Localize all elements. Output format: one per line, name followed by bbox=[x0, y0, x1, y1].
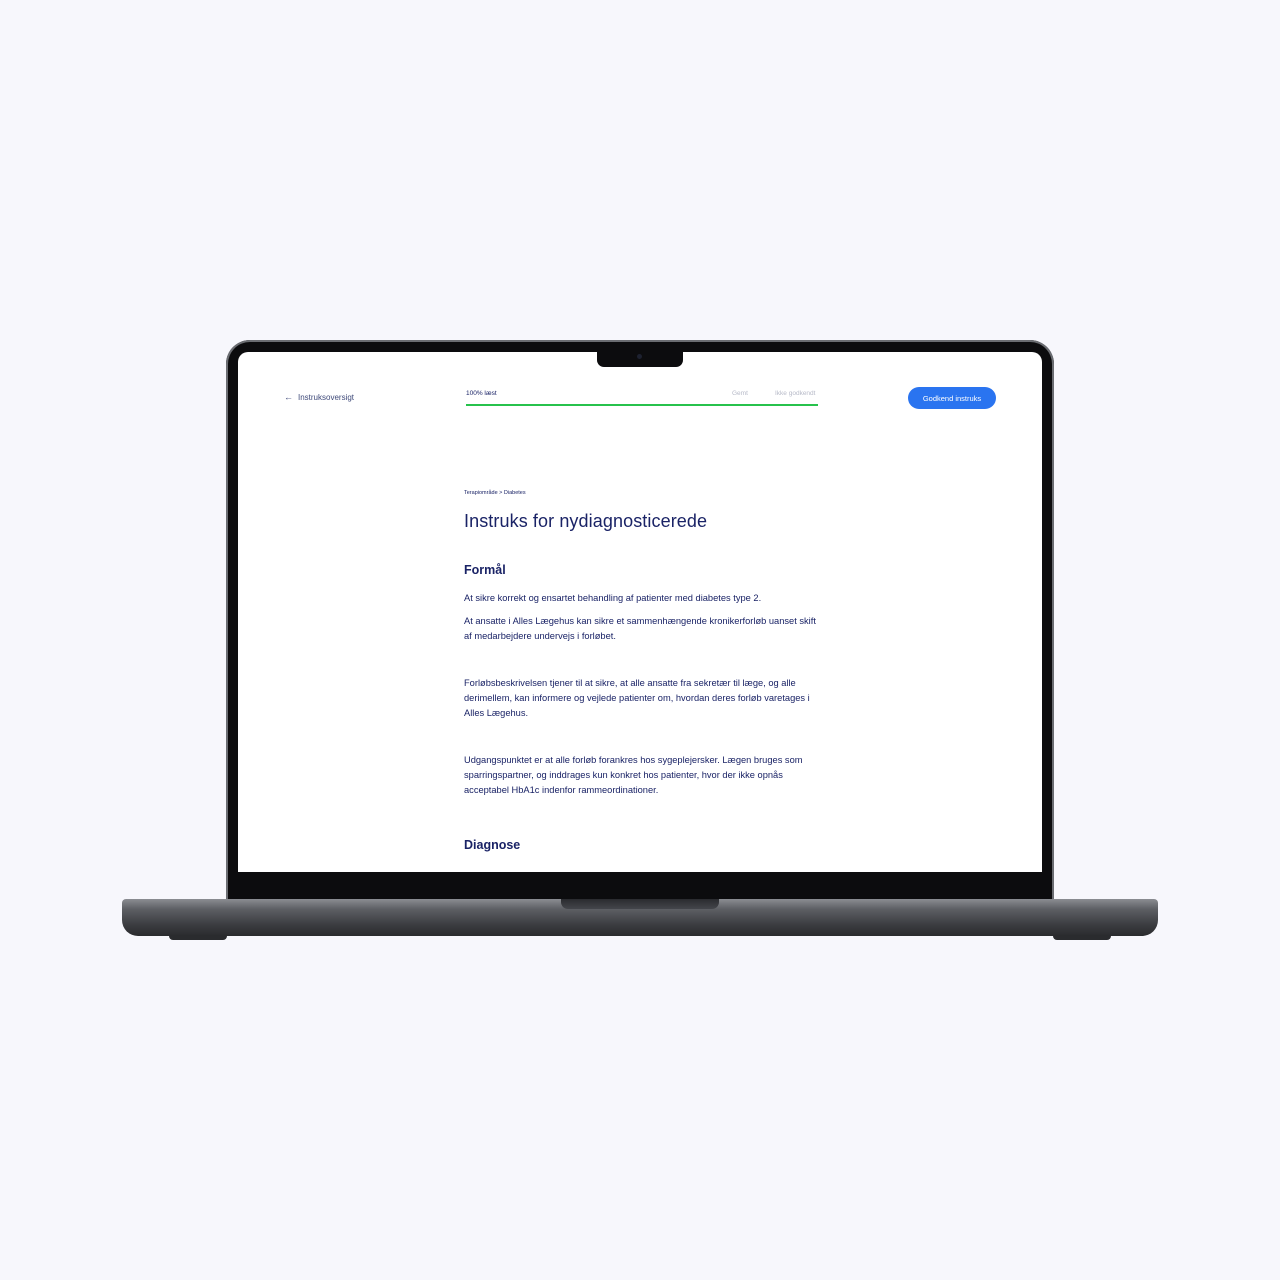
breadcrumb: Terapiområde > Diabetes bbox=[464, 490, 526, 496]
camera-icon bbox=[637, 354, 642, 359]
paragraph: At sikre korrekt og ensartet behandling … bbox=[464, 593, 762, 603]
approval-status: Ikke godkendt bbox=[775, 390, 816, 397]
back-link-label: Instruksoversigt bbox=[298, 392, 355, 402]
progress-fill bbox=[466, 404, 818, 406]
laptop-foot-right bbox=[1053, 935, 1111, 940]
laptop-screen: ← Instruksoversigt 100% læst Gemt Ikke g… bbox=[238, 352, 1042, 872]
arrow-left-icon: ← bbox=[284, 392, 293, 402]
approve-instruction-button[interactable]: Godkend instruks bbox=[908, 387, 996, 409]
page-title: Instruks for nydiagnosticerede bbox=[464, 511, 708, 531]
saved-status: Gemt bbox=[732, 390, 748, 397]
article: Terapiområde > Diabetes Instruks for nyd… bbox=[464, 490, 824, 852]
paragraph: Udgangspunktet er at alle forløb forankr… bbox=[464, 755, 803, 795]
laptop-opening-groove bbox=[561, 899, 719, 909]
section-heading-purpose: Formål bbox=[464, 563, 506, 577]
reading-progress: 100% læst Gemt Ikke godkendt bbox=[466, 390, 818, 406]
progress-track bbox=[466, 404, 818, 406]
progress-label: 100% læst bbox=[466, 390, 497, 397]
laptop-foot-left bbox=[169, 935, 227, 940]
section-heading-diagnosis: Diagnose bbox=[464, 838, 521, 852]
paragraph: At ansatte i Alles Lægehus kan sikre et … bbox=[464, 616, 816, 641]
screen-bottom-bezel bbox=[228, 872, 1052, 902]
paragraph: Forløbsbeskrivelsen tjener til at sikre,… bbox=[464, 678, 810, 718]
back-to-overview-link[interactable]: ← Instruksoversigt bbox=[284, 392, 354, 402]
